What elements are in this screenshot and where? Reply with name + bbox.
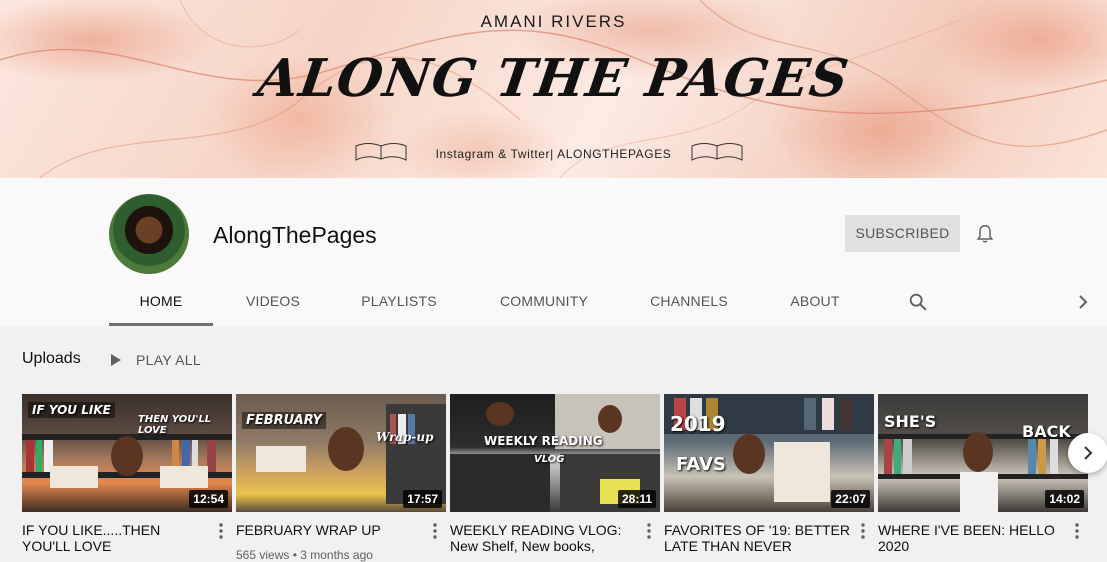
video-duration: 14:02 bbox=[1045, 490, 1084, 508]
video-title[interactable]: WEEKLY READING VLOG: New Shelf, New book… bbox=[450, 522, 638, 554]
chevron-right-icon[interactable] bbox=[1074, 291, 1092, 313]
thumbnail-text: THEN YOU'LL LOVE bbox=[138, 414, 212, 436]
more-vert-icon[interactable] bbox=[860, 522, 866, 540]
more-vert-icon[interactable] bbox=[1074, 522, 1080, 540]
search-icon[interactable] bbox=[907, 291, 929, 313]
video-thumbnail[interactable]: WEEKLY READING VLOG 28:11 bbox=[450, 394, 660, 512]
banner-social-handle: Instagram & Twitter| ALONGTHEPAGES bbox=[435, 147, 672, 161]
video-card[interactable]: WEEKLY READING VLOG 28:11 WEEKLY READING… bbox=[450, 394, 660, 554]
video-duration: 22:07 bbox=[831, 490, 870, 508]
video-meta: 565 views • 3 months ago bbox=[236, 548, 373, 562]
video-card[interactable]: FEBRUARY Wrap-up 17:57 FEBRUARY WRAP UP … bbox=[236, 394, 446, 562]
tab-videos[interactable]: VIDEOS bbox=[233, 280, 313, 326]
thumbnail-text: FEBRUARY bbox=[242, 412, 326, 429]
thumbnail-text: WEEKLY READING bbox=[484, 434, 603, 448]
channel-name: AlongThePages bbox=[213, 222, 377, 248]
tab-home[interactable]: HOME bbox=[109, 280, 213, 326]
thumbnail-text: VLOG bbox=[534, 454, 565, 465]
banner-author-name: AMANI RIVERS bbox=[480, 12, 627, 31]
video-card[interactable]: IF YOU LIKE THEN YOU'LL LOVE 12:54 IF YO… bbox=[22, 394, 232, 554]
thumbnail-text: 2019 bbox=[670, 412, 726, 436]
tab-playlists[interactable]: PLAYLISTS bbox=[349, 280, 449, 326]
video-title[interactable]: FAVORITES OF '19: BETTER LATE THAN NEVER bbox=[664, 522, 852, 554]
more-vert-icon[interactable] bbox=[432, 522, 438, 540]
thumbnail-text: Wrap-up bbox=[376, 430, 434, 444]
chevron-right-icon bbox=[1084, 446, 1093, 460]
video-thumbnail[interactable]: 2019 FAVS 22:07 bbox=[664, 394, 874, 512]
more-vert-icon[interactable] bbox=[218, 522, 224, 540]
thumbnail-text: FAVS bbox=[676, 454, 726, 475]
video-duration: 12:54 bbox=[189, 490, 228, 508]
video-thumbnail[interactable]: IF YOU LIKE THEN YOU'LL LOVE 12:54 bbox=[22, 394, 232, 512]
video-duration: 17:57 bbox=[403, 490, 442, 508]
open-book-icon bbox=[691, 143, 743, 161]
video-card[interactable]: 2019 FAVS 22:07 FAVORITES OF '19: BETTER… bbox=[664, 394, 874, 554]
play-icon bbox=[111, 354, 121, 366]
video-title[interactable]: IF YOU LIKE.....THEN YOU'LL LOVE bbox=[22, 522, 210, 554]
notification-bell-icon[interactable] bbox=[974, 223, 996, 245]
tab-about[interactable]: ABOUT bbox=[779, 280, 851, 326]
channel-avatar[interactable] bbox=[109, 194, 189, 274]
channel-banner: AMANI RIVERS ALONG THE PAGES Instagram &… bbox=[0, 0, 1107, 178]
play-all-label: PLAY ALL bbox=[136, 352, 201, 368]
tab-community[interactable]: COMMUNITY bbox=[489, 280, 599, 326]
play-all-button[interactable]: PLAY ALL bbox=[110, 350, 201, 370]
channel-header: AlongThePages SUBSCRIBED HOME VIDEOS PLA… bbox=[0, 178, 1107, 326]
thumbnail-text: BACK bbox=[1022, 422, 1071, 441]
subscribed-button[interactable]: SUBSCRIBED bbox=[845, 215, 960, 252]
banner-title: ALONG THE PAGES bbox=[254, 48, 853, 109]
tab-channels[interactable]: CHANNELS bbox=[641, 280, 737, 326]
video-thumbnail[interactable]: FEBRUARY Wrap-up 17:57 bbox=[236, 394, 446, 512]
video-thumbnail[interactable]: SHE'S BACK 14:02 bbox=[878, 394, 1088, 512]
thumbnail-text: SHE'S bbox=[884, 412, 937, 431]
video-title[interactable]: WHERE I'VE BEEN: HELLO 2020 bbox=[878, 522, 1066, 554]
video-title[interactable]: FEBRUARY WRAP UP bbox=[236, 522, 424, 538]
carousel-next-button[interactable] bbox=[1068, 433, 1107, 473]
more-vert-icon[interactable] bbox=[646, 522, 652, 540]
video-duration: 28:11 bbox=[617, 490, 656, 508]
video-card[interactable]: SHE'S BACK 14:02 WHERE I'VE BEEN: HELLO … bbox=[878, 394, 1088, 554]
uploads-section-title: Uploads bbox=[22, 350, 81, 367]
thumbnail-text: IF YOU LIKE bbox=[28, 402, 115, 418]
